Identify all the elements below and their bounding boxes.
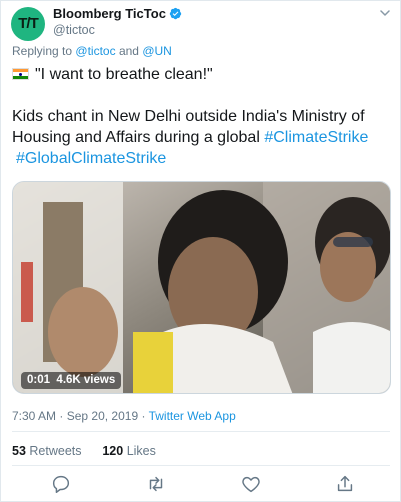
reply-icon[interactable] (50, 473, 72, 495)
tweet-card: T/T Bloomberg TicToc @tictoc Replying to… (0, 0, 401, 502)
share-icon[interactable] (334, 473, 356, 495)
divider-bottom (12, 465, 390, 466)
tweet-time[interactable]: 7:30 AM (12, 409, 56, 423)
avatar-logo-text: T/T (18, 15, 39, 32)
replying-joiner: and (118, 44, 139, 58)
retweets-stat[interactable]: 53 Retweets (12, 444, 82, 458)
video-frame-image (13, 182, 390, 393)
retweet-icon[interactable] (145, 473, 167, 495)
source-app-link[interactable]: Twitter Web App (149, 409, 236, 423)
author-display-name[interactable]: Bloomberg TicToc (53, 6, 166, 21)
divider-top (12, 431, 390, 432)
india-flag-icon (12, 68, 29, 80)
video-views: 4.6K views (56, 374, 116, 386)
video-timestamp: 0:01 (27, 374, 51, 386)
author-handle[interactable]: @tictoc (53, 23, 95, 37)
author-name-row[interactable]: Bloomberg TicToc (53, 6, 182, 21)
tweet-meta: 7:30 AM · Sep 20, 2019 · Twitter Web App (12, 409, 236, 423)
tweet-quote-line: "I want to breathe clean!" (12, 64, 213, 85)
verified-badge-icon (169, 7, 182, 20)
tweet-stats: 53 Retweets 120 Likes (12, 444, 156, 458)
tweet-actions (1, 473, 401, 495)
likes-label: Likes (126, 444, 156, 458)
tweet-quote: "I want to breathe clean!" (35, 66, 213, 83)
likes-count: 120 (102, 444, 124, 458)
mention-un-link[interactable]: @UN (142, 44, 172, 58)
retweets-count: 53 (12, 444, 26, 458)
tweet-body-line3: #GlobalClimateStrike (16, 148, 166, 169)
tweet-body-line1: Kids chant in New Delhi outside India's … (12, 108, 365, 125)
meta-separator: · (59, 409, 64, 423)
chevron-down-icon[interactable] (379, 7, 391, 19)
replying-to: Replying to @tictoc and @UN (12, 44, 172, 58)
hashtag-globalclimatestrike-link[interactable]: #GlobalClimateStrike (16, 150, 166, 167)
tweet-body-line2: Housing and Affairs during a global #Cli… (12, 127, 368, 148)
tweet-date[interactable]: Sep 20, 2019 (67, 409, 138, 423)
retweets-label: Retweets (29, 444, 82, 458)
meta-separator-2: · (141, 409, 146, 423)
heart-icon[interactable] (240, 473, 262, 495)
replying-to-label: Replying to (12, 44, 73, 58)
hashtag-climatestrike-link[interactable]: #ClimateStrike (264, 129, 368, 146)
tweet-body-text: Housing and Affairs during a global (12, 129, 260, 146)
likes-stat[interactable]: 120 Likes (102, 444, 156, 458)
video-stats-overlay: 0:01 4.6K views (21, 372, 122, 389)
video-player[interactable]: 0:01 4.6K views (12, 181, 391, 394)
mention-tictoc-link[interactable]: @tictoc (75, 44, 115, 58)
avatar[interactable]: T/T (11, 7, 45, 41)
